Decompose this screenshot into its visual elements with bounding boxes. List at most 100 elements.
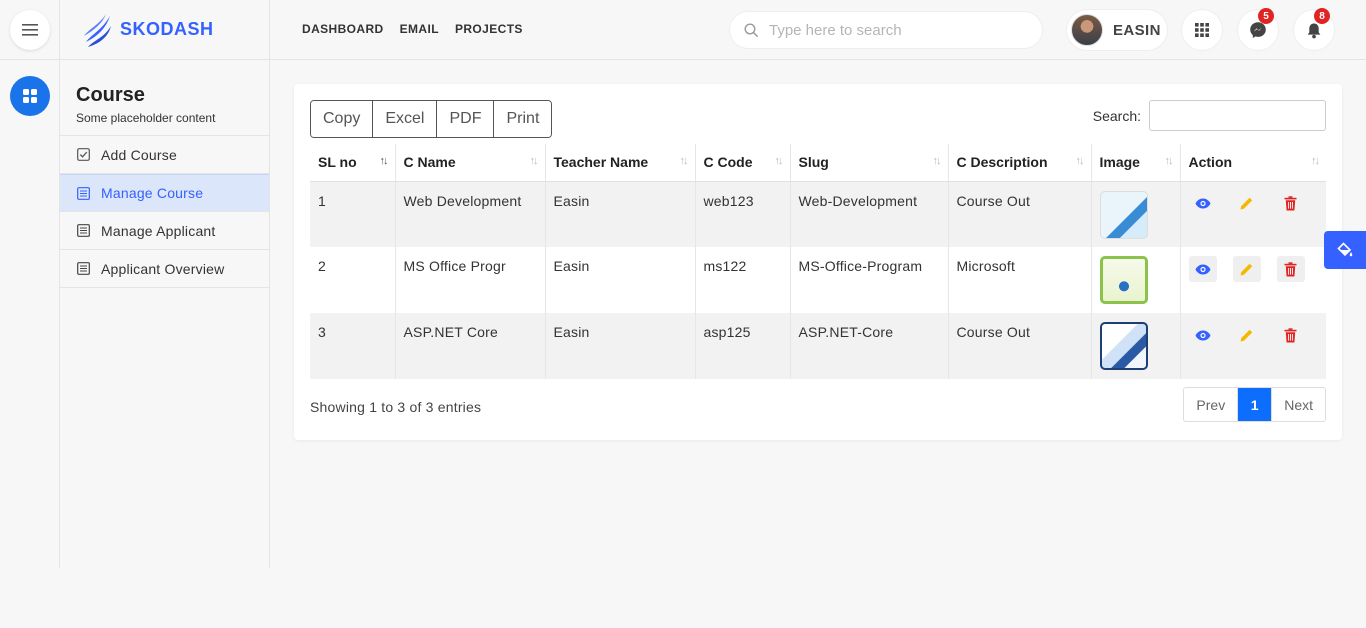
brand[interactable]: SKODASH xyxy=(60,0,269,60)
column-header-sl-no[interactable]: SL no ↑↓ xyxy=(310,144,396,182)
sidebar-item-label: Add Course xyxy=(101,146,177,163)
nav-dashboard-link[interactable]: DASHBOARD xyxy=(302,22,384,36)
avatar xyxy=(1071,14,1103,46)
column-header-c-description[interactable]: C Description ↑↓ xyxy=(948,144,1092,182)
apps-grid-icon xyxy=(1195,23,1209,37)
apps-menu-button[interactable] xyxy=(1182,10,1222,50)
cell-teacher-name: Easin xyxy=(545,247,696,313)
page-1-button[interactable]: 1 xyxy=(1238,388,1273,421)
edit-button[interactable] xyxy=(1232,256,1261,282)
excel-button[interactable]: Excel xyxy=(373,101,438,137)
hamburger-menu-button[interactable] xyxy=(10,10,50,50)
pencil-icon xyxy=(1240,197,1253,210)
cell-action xyxy=(1180,181,1326,247)
table-search-label: Search: xyxy=(1092,107,1141,124)
delete-button[interactable] xyxy=(1277,322,1305,348)
table-row: 1 Web Development Easin web123 Web-Devel… xyxy=(310,181,1326,247)
view-button[interactable] xyxy=(1188,256,1217,282)
cell-image xyxy=(1091,247,1181,313)
cell-slug: ASP.NET-Core xyxy=(790,313,949,379)
paint-bucket-icon xyxy=(1337,242,1353,257)
global-search-input[interactable] xyxy=(769,21,1019,39)
sort-icon: ↑↓ xyxy=(774,155,784,167)
sidebar-item-applicant-overview[interactable]: Applicant Overview xyxy=(60,250,269,288)
sort-icon: ↑↓ xyxy=(1164,155,1174,167)
cell-c-name: ASP.NET Core xyxy=(395,313,546,379)
section-header: Course Some placeholder content xyxy=(60,60,269,136)
grid-icon xyxy=(23,89,37,103)
notifications-button[interactable]: 8 xyxy=(1294,8,1334,50)
sort-icon: ↑↓ xyxy=(679,155,689,167)
pdf-button[interactable]: PDF xyxy=(437,101,495,137)
logo-icon xyxy=(84,13,111,47)
delete-button[interactable] xyxy=(1277,191,1305,217)
cell-c-description: Course Out xyxy=(948,313,1092,379)
trash-icon xyxy=(1284,327,1297,342)
sidebar-item-label: Applicant Overview xyxy=(101,260,225,277)
sidebar-item-manage-course[interactable]: Manage Course xyxy=(60,174,269,212)
top-nav: DASHBOARD EMAIL PROJECTS xyxy=(302,22,523,36)
column-header-image[interactable]: Image ↑↓ xyxy=(1091,144,1181,182)
cell-c-description: Microsoft xyxy=(948,247,1092,313)
edit-button[interactable] xyxy=(1233,191,1261,217)
view-button[interactable] xyxy=(1189,191,1217,217)
sort-icon: ↑↓ xyxy=(1075,155,1085,167)
table-row: 3 ASP.NET Core Easin asp125 ASP.NET-Core… xyxy=(310,313,1326,379)
pencil-icon xyxy=(1240,329,1253,341)
sort-icon: ↑↓ xyxy=(1311,155,1320,167)
course-thumbnail xyxy=(1099,256,1148,304)
user-profile-button[interactable]: EASIN xyxy=(1067,10,1167,50)
course-table-card: Copy Excel PDF Print Search: SL no ↑↓ C N… xyxy=(294,84,1342,440)
print-button[interactable]: Print xyxy=(494,101,552,137)
hamburger-icon xyxy=(22,24,38,36)
cell-c-code: ms122 xyxy=(695,247,791,313)
header: DASHBOARD EMAIL PROJECTS EASIN 5 8 xyxy=(270,0,1366,60)
messages-button[interactable]: 5 xyxy=(1238,8,1278,50)
nav-projects-link[interactable]: PROJECTS xyxy=(455,22,523,36)
prev-page-button[interactable]: Prev xyxy=(1184,388,1239,421)
delete-button[interactable] xyxy=(1276,256,1305,282)
brand-name: SKODASH xyxy=(120,19,214,39)
cell-sl-no: 1 xyxy=(310,181,396,247)
column-header-teacher-name[interactable]: Teacher Name ↑↓ xyxy=(545,144,696,182)
view-button[interactable] xyxy=(1189,322,1217,348)
sidebar: SKODASH Course Some placeholder content … xyxy=(60,0,270,568)
cell-image xyxy=(1091,181,1181,247)
eye-icon xyxy=(1195,330,1210,340)
next-page-button[interactable]: Next xyxy=(1272,388,1325,421)
table-search-input[interactable] xyxy=(1149,100,1326,131)
cell-c-description: Course Out xyxy=(948,181,1092,247)
sidebar-item-manage-applicant[interactable]: Manage Applicant xyxy=(60,212,269,250)
sidebar-item-label: Manage Applicant xyxy=(101,222,216,239)
cell-c-name: Web Development xyxy=(395,181,546,247)
cell-teacher-name: Easin xyxy=(545,313,696,379)
section-title: Course xyxy=(76,84,145,106)
check-square-icon xyxy=(76,148,90,162)
list-icon xyxy=(76,262,90,276)
column-header-slug[interactable]: Slug ↑↓ xyxy=(790,144,949,182)
column-header-action[interactable]: Action ↑↓ xyxy=(1180,144,1326,182)
nav-email-link[interactable]: EMAIL xyxy=(400,22,439,36)
export-buttons: Copy Excel PDF Print xyxy=(310,100,553,138)
cell-sl-no: 2 xyxy=(310,247,396,313)
eye-icon xyxy=(1195,198,1210,209)
table-search: Search: xyxy=(1093,100,1326,131)
sidebar-item-add-course[interactable]: Add Course xyxy=(60,136,269,174)
cell-image xyxy=(1091,313,1181,379)
courses-table: SL no ↑↓ C Name ↑↓ Teacher Name ↑↓ C Code ↑↓… xyxy=(310,144,1326,379)
list-icon xyxy=(76,224,90,238)
sort-icon: ↑↓ xyxy=(529,155,539,167)
copy-button[interactable]: Copy xyxy=(311,101,374,137)
cell-c-name: MS Office Progr xyxy=(395,247,546,313)
search-icon xyxy=(744,22,759,37)
theme-customizer-button[interactable] xyxy=(1324,231,1366,269)
pencil-icon xyxy=(1240,263,1253,275)
apps-grid-button[interactable] xyxy=(10,76,50,116)
column-header-c-code[interactable]: C Code ↑↓ xyxy=(695,144,791,182)
user-name: EASIN xyxy=(1113,21,1161,39)
cell-teacher-name: Easin xyxy=(545,181,696,247)
eye-icon xyxy=(1195,264,1210,274)
notifications-count-badge: 8 xyxy=(1314,8,1330,24)
edit-button[interactable] xyxy=(1233,322,1261,348)
column-header-c-name[interactable]: C Name ↑↓ xyxy=(395,144,546,182)
